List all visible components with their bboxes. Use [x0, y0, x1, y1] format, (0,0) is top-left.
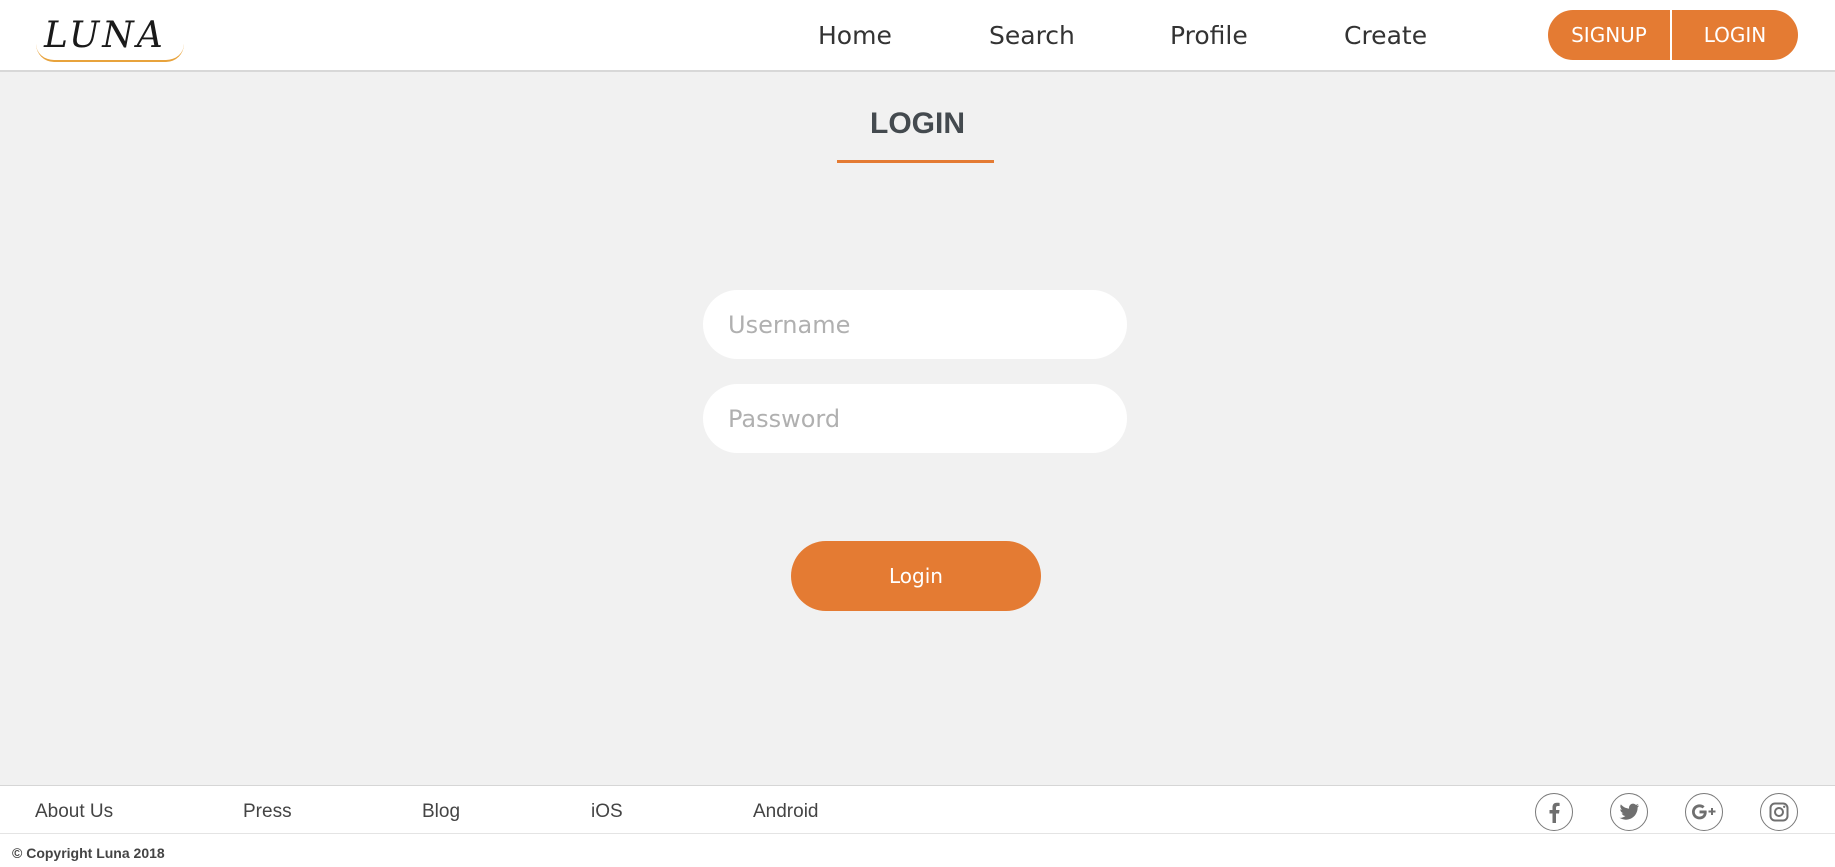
footer: About Us Press Blog iOS Android © Copyri… [0, 785, 1835, 867]
twitter-icon[interactable] [1610, 793, 1648, 831]
facebook-icon[interactable] [1535, 793, 1573, 831]
nav-create[interactable]: Create [1344, 20, 1427, 52]
copyright-text: © Copyright Luna 2018 [12, 845, 165, 861]
title-underline [837, 160, 994, 163]
username-input[interactable] [703, 290, 1127, 359]
top-header: LUNA Home Search Profile Create SIGNUP L… [0, 0, 1835, 72]
google-plus-icon[interactable] [1685, 793, 1723, 831]
instagram-icon[interactable] [1760, 793, 1798, 831]
nav-search[interactable]: Search [989, 20, 1075, 52]
logo-swoosh [36, 44, 184, 62]
nav-profile[interactable]: Profile [1170, 20, 1248, 52]
signup-button[interactable]: SIGNUP [1548, 10, 1672, 60]
login-submit-button[interactable]: Login [791, 541, 1041, 611]
footer-link-android[interactable]: Android [753, 801, 819, 823]
page-title: LOGIN [870, 107, 965, 140]
footer-link-about-us[interactable]: About Us [35, 801, 113, 823]
luna-logo[interactable]: LUNA [36, 14, 184, 62]
header-login-button[interactable]: LOGIN [1672, 10, 1798, 60]
password-input[interactable] [703, 384, 1127, 453]
footer-links: About Us Press Blog iOS Android [0, 786, 1835, 834]
footer-link-ios[interactable]: iOS [591, 801, 623, 823]
footer-link-blog[interactable]: Blog [422, 801, 460, 823]
nav-home[interactable]: Home [818, 20, 892, 52]
auth-button-group: SIGNUP LOGIN [1548, 10, 1798, 60]
footer-link-press[interactable]: Press [243, 801, 292, 823]
